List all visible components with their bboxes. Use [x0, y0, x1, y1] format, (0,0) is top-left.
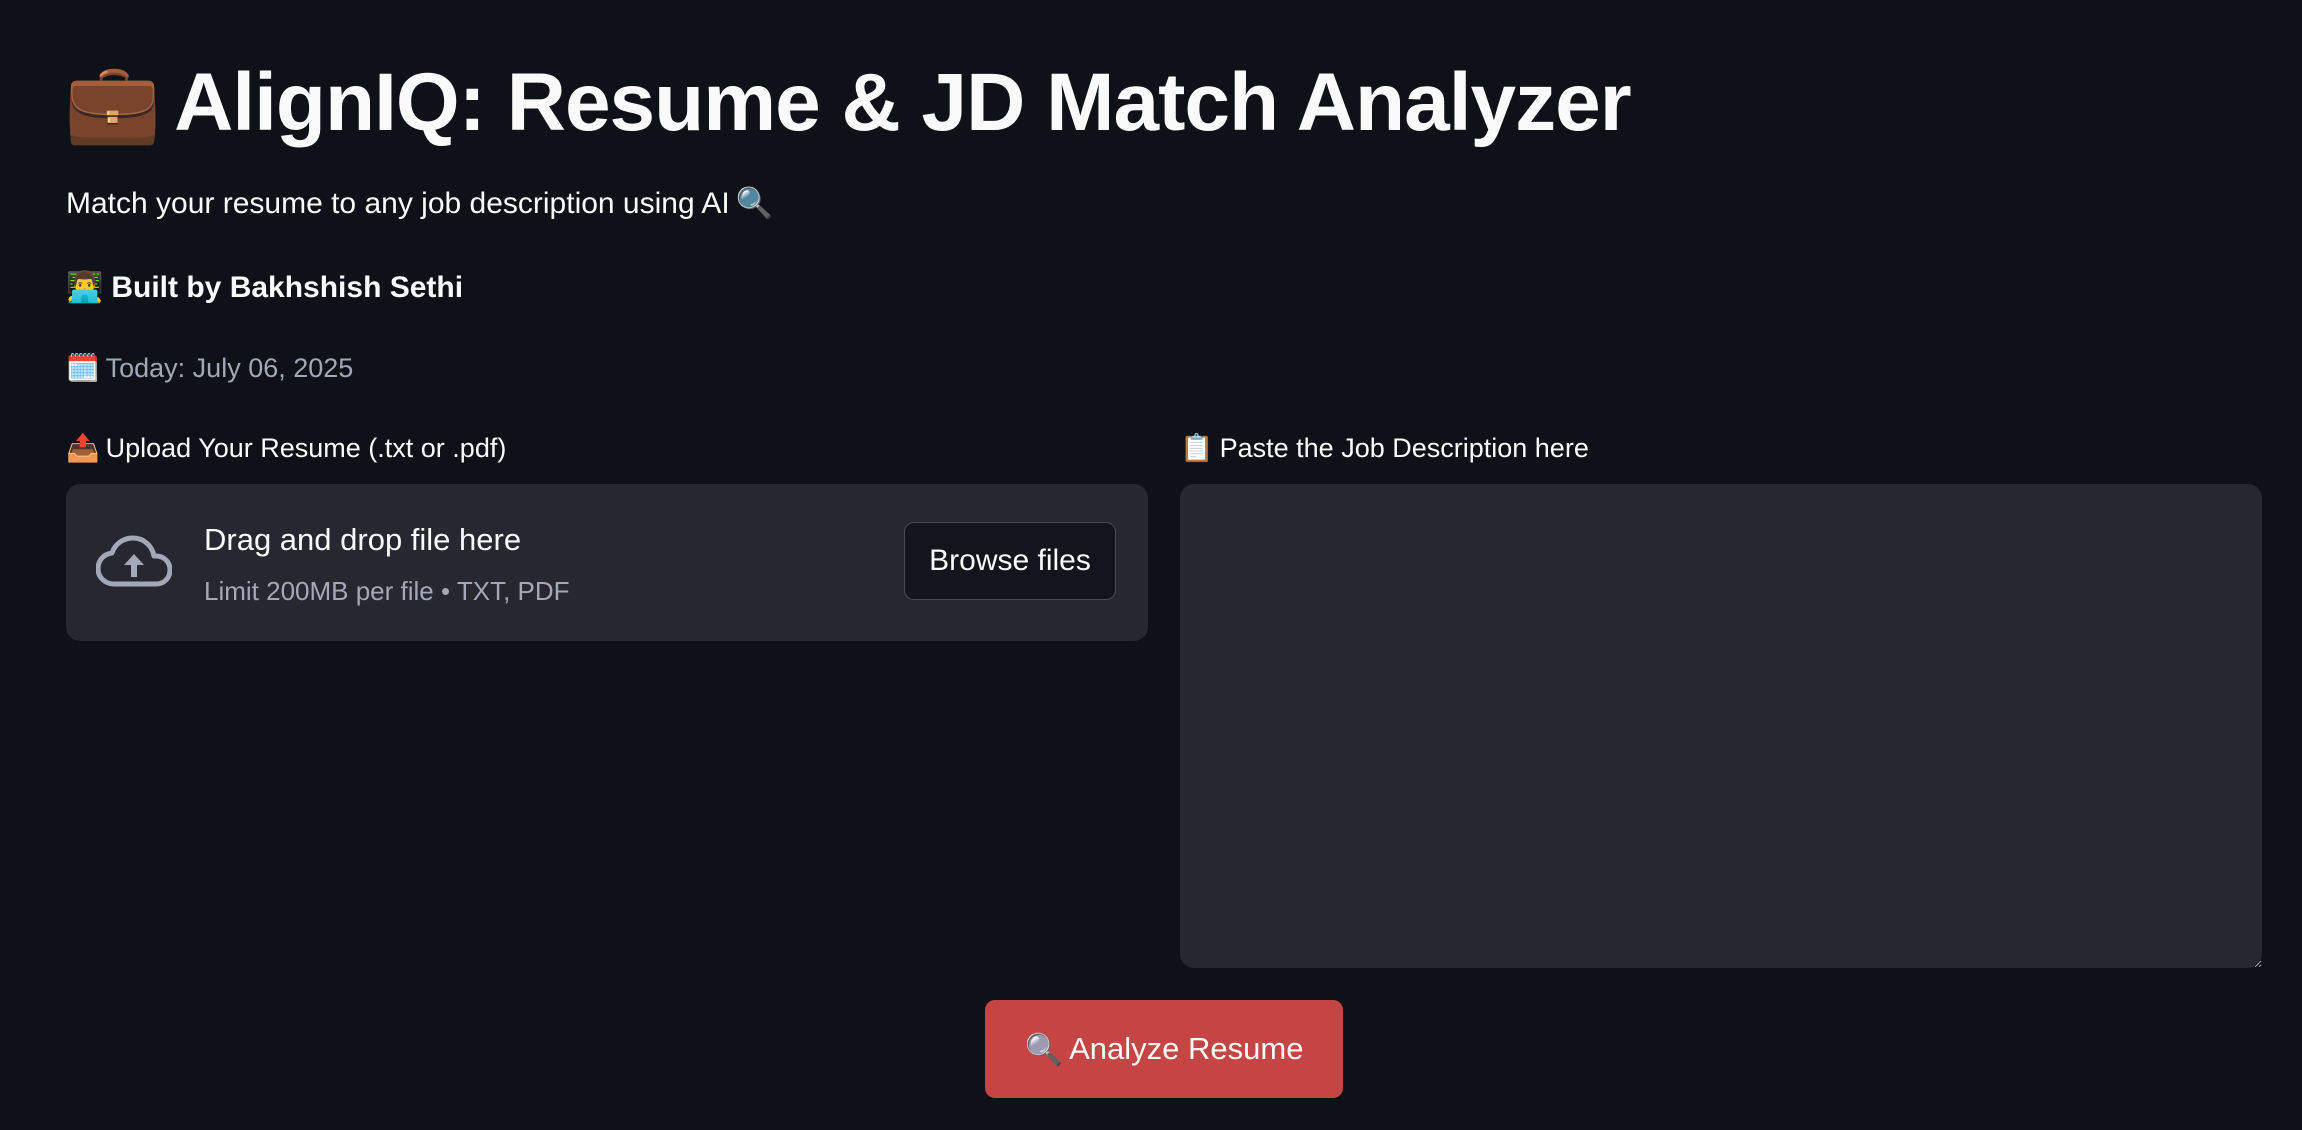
calendar-icon: 🗓️	[66, 353, 100, 383]
resume-upload-label: 📤 Upload Your Resume (.txt or .pdf)	[66, 432, 506, 464]
page-title: 💼 AlignIQ: Resume & JD Match Analyzer	[64, 48, 1632, 158]
analyze-resume-button[interactable]: 🔍 Analyze Resume	[985, 1000, 1343, 1098]
job-description-label: 📋 Paste the Job Description here	[1180, 432, 1589, 464]
technologist-icon: 👨‍💻	[66, 271, 104, 304]
clipboard-icon: 📋	[1180, 433, 1214, 463]
page-subtitle: Match your resume to any job description…	[66, 186, 773, 221]
outbox-tray-icon: 📤	[66, 433, 100, 463]
dropzone-title: Drag and drop file here	[204, 522, 522, 557]
cloud-upload-icon	[96, 535, 172, 587]
job-description-textarea[interactable]	[1180, 484, 2262, 968]
app-page: 💼 AlignIQ: Resume & JD Match Analyzer Ma…	[0, 0, 2302, 1130]
magnifier-icon: 🔍	[735, 187, 774, 220]
job-description-label-text: Paste the Job Description here	[1219, 432, 1589, 463]
today-date-text: Today: July 06, 2025	[105, 352, 354, 383]
analyze-button-label: Analyze Resume	[1069, 1031, 1304, 1066]
today-date: 🗓️ Today: July 06, 2025	[66, 352, 353, 384]
subtitle-text: Match your resume to any job description…	[66, 186, 730, 220]
page-title-text: AlignIQ: Resume & JD Match Analyzer	[174, 57, 1631, 148]
file-dropzone[interactable]: Drag and drop file here Limit 200MB per …	[66, 484, 1148, 641]
magnifier-icon: 🔍	[1024, 1031, 1064, 1067]
byline-text: Built by Bakhshish Sethi	[111, 270, 464, 304]
dropzone-limit-text: Limit 200MB per file • TXT, PDF	[204, 576, 570, 606]
briefcase-icon: 💼	[64, 58, 161, 146]
browse-files-button[interactable]: Browse files	[904, 522, 1116, 600]
resume-upload-label-text: Upload Your Resume (.txt or .pdf)	[105, 432, 507, 463]
author-byline: 👨‍💻 Built by Bakhshish Sethi	[66, 270, 463, 305]
